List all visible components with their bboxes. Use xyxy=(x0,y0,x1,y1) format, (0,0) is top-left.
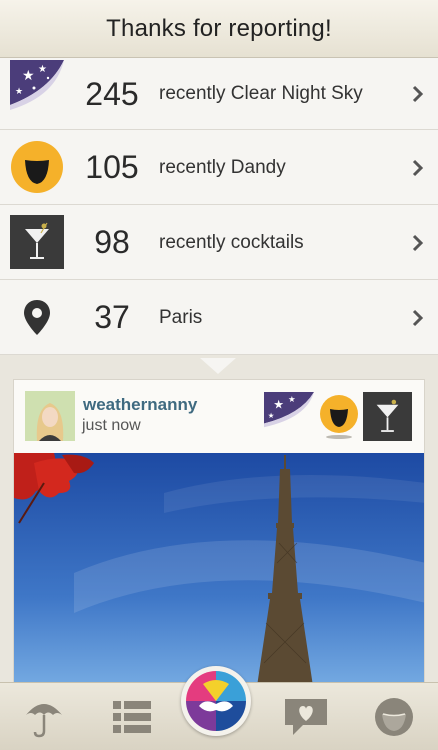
report-count: 105 xyxy=(85,149,139,185)
location-pin-icon xyxy=(10,290,64,344)
report-row-dandy[interactable]: 105 recently Dandy xyxy=(0,130,438,205)
report-button[interactable] xyxy=(181,666,251,736)
clear-night-sky-icon: ★ ★ ★ xyxy=(264,392,314,435)
dandy-smiley-icon xyxy=(318,394,360,445)
cocktail-icon xyxy=(10,215,64,269)
umbrella-icon[interactable] xyxy=(18,683,70,750)
report-count: 98 xyxy=(94,224,130,260)
page-title: Thanks for reporting! xyxy=(106,14,332,42)
clear-night-sky-icon: ★ ★ ★ xyxy=(10,60,64,114)
report-list: ★ ★ ★ 245 recently Clear Night Sky 105 r… xyxy=(0,58,438,355)
report-label: Paris xyxy=(159,306,203,328)
smiley-icon[interactable] xyxy=(368,683,420,750)
report-count: 245 xyxy=(85,75,139,112)
header-bar: Thanks for reporting! xyxy=(0,0,438,58)
report-label: recently Clear Night Sky xyxy=(159,83,363,104)
report-label: recently cocktails xyxy=(159,231,304,253)
list-icon[interactable] xyxy=(106,683,158,750)
post-timestamp: just now xyxy=(82,417,141,434)
svg-text:★: ★ xyxy=(22,67,35,83)
dandy-smiley-icon xyxy=(10,140,64,194)
post-username[interactable]: weathernanny xyxy=(83,395,197,415)
chevron-right-icon xyxy=(412,130,424,205)
report-label: recently Dandy xyxy=(159,156,286,178)
chevron-right-icon xyxy=(412,205,424,280)
svg-text:★: ★ xyxy=(273,398,284,412)
chevron-right-icon xyxy=(412,58,424,130)
list-pointer xyxy=(200,358,236,374)
post-card[interactable]: weathernanny just now ★ ★ ★ xyxy=(13,379,425,689)
report-icon xyxy=(186,671,246,731)
eiffel-tower-photo[interactable] xyxy=(14,453,424,688)
avatar[interactable] xyxy=(25,391,75,441)
svg-text:★: ★ xyxy=(268,411,275,420)
svg-text:★: ★ xyxy=(288,394,295,404)
cocktail-icon xyxy=(363,392,412,446)
report-row-clear-night-sky[interactable]: ★ ★ ★ 245 recently Clear Night Sky xyxy=(0,58,438,130)
comment-heart-icon[interactable] xyxy=(280,683,332,750)
svg-text:★: ★ xyxy=(38,64,47,75)
chevron-right-icon xyxy=(412,280,424,355)
report-count: 37 xyxy=(94,299,130,335)
report-row-paris[interactable]: 37 Paris xyxy=(0,280,438,355)
svg-text:★: ★ xyxy=(15,86,23,96)
report-row-cocktails[interactable]: 98 recently cocktails xyxy=(0,205,438,280)
